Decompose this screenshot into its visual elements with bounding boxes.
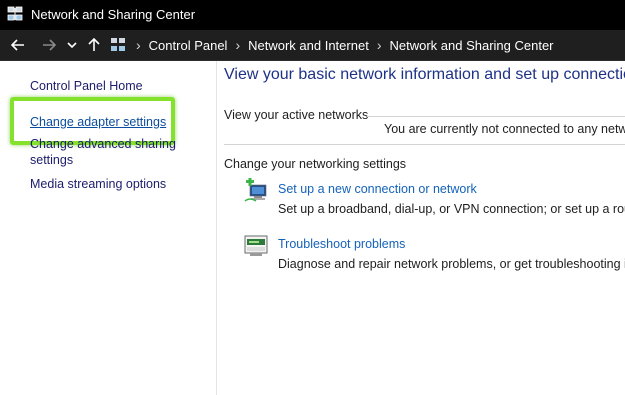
back-button[interactable]	[8, 34, 28, 56]
breadcrumb-separator-icon: ›	[136, 37, 141, 53]
change-adapter-settings-link[interactable]: Change adapter settings	[30, 115, 166, 130]
network-status-text: You are currently not connected to any n…	[384, 122, 625, 136]
troubleshoot-icon	[244, 235, 268, 256]
change-advanced-sharing-settings-link[interactable]: Change advanced sharing	[30, 137, 176, 152]
new-connection-icon	[244, 178, 267, 202]
recent-locations-button[interactable]	[65, 34, 79, 56]
title-bar: Network and Sharing Center	[0, 0, 625, 30]
active-networks-label: View your active networks	[224, 108, 369, 122]
breadcrumb: › Control Panel › Network and Internet ›…	[110, 30, 554, 60]
up-arrow-icon	[88, 38, 100, 51]
set-up-new-connection-description: Set up a broadband, dial-up, or VPN conn…	[278, 202, 625, 216]
section-divider	[367, 116, 625, 117]
troubleshoot-problems-link[interactable]: Troubleshoot problems	[278, 237, 405, 251]
set-up-new-connection-link[interactable]: Set up a new connection or network	[278, 182, 477, 196]
troubleshoot-problems-description: Diagnose and repair network problems, or…	[278, 257, 625, 271]
main-content: View your basic network information and …	[217, 61, 625, 395]
breadcrumb-network-and-sharing-center[interactable]: Network and Sharing Center	[389, 38, 553, 53]
up-button[interactable]	[85, 34, 103, 56]
control-panel-home-link[interactable]: Control Panel Home	[30, 79, 143, 94]
section-divider	[224, 144, 625, 145]
network-center-icon	[7, 6, 23, 21]
window-title: Network and Sharing Center	[31, 7, 196, 22]
breadcrumb-separator-icon: ›	[376, 37, 382, 53]
control-panel-icon	[111, 38, 125, 51]
forward-arrow-icon	[43, 39, 56, 51]
change-networking-settings-label: Change your networking settings	[224, 157, 407, 171]
address-bar: › Control Panel › Network and Internet ›…	[0, 30, 625, 61]
forward-button[interactable]	[39, 34, 59, 56]
change-advanced-sharing-settings-link-line-2[interactable]: settings	[30, 153, 73, 168]
media-streaming-options-link[interactable]: Media streaming options	[30, 177, 166, 192]
left-task-pane: Control Panel Home Change adapter settin…	[0, 61, 215, 395]
breadcrumb-control-panel[interactable]: Control Panel	[149, 38, 228, 53]
back-arrow-icon	[11, 39, 24, 51]
page-heading: View your basic network information and …	[224, 66, 625, 83]
breadcrumb-separator-icon: ›	[235, 37, 241, 53]
chevron-down-icon	[67, 42, 77, 49]
breadcrumb-network-and-internet[interactable]: Network and Internet	[248, 38, 369, 53]
